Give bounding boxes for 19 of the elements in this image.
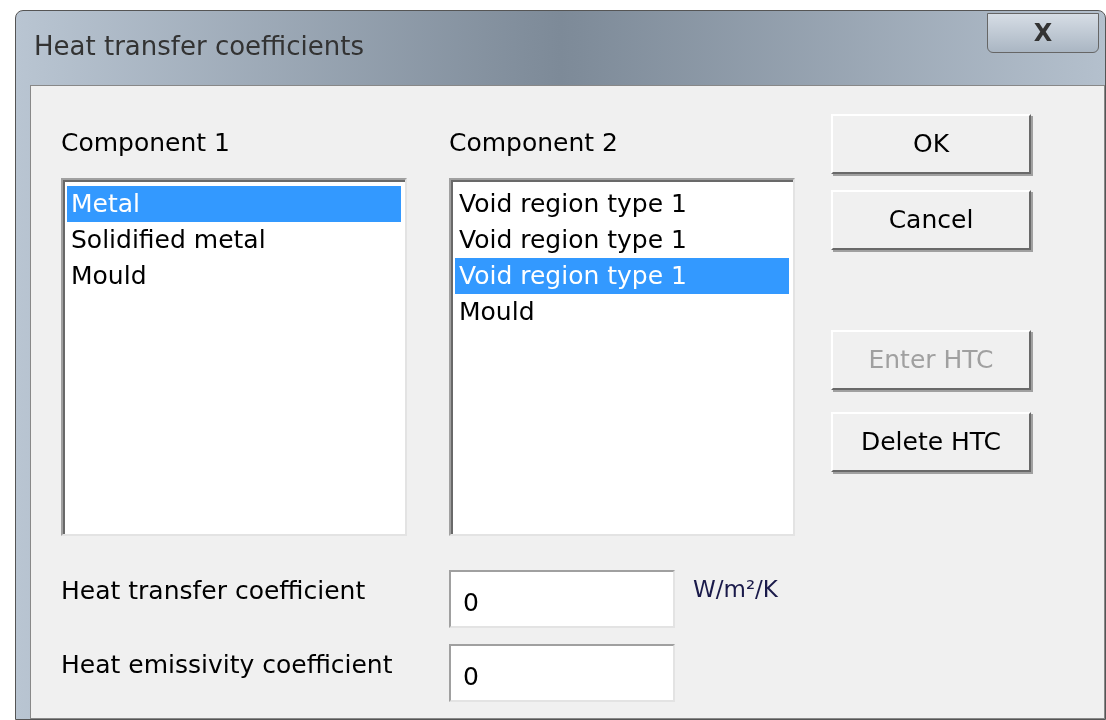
list-label: Component 1 xyxy=(61,127,231,159)
list-item[interactable]: Void region type 1 xyxy=(455,222,789,258)
close-button[interactable]: X xyxy=(987,13,1099,53)
field-label: Heat emissivity coefficient xyxy=(61,649,394,681)
input-field[interactable]: 0 xyxy=(449,570,675,628)
unit-label: W/m²/K xyxy=(693,575,778,604)
list-item[interactable]: Mould xyxy=(67,258,401,294)
dialog-button[interactable]: Delete HTC xyxy=(831,412,1031,472)
list-item[interactable]: Void region type 1 xyxy=(455,186,789,222)
list-box[interactable]: Metal Solidified metal Mould xyxy=(61,178,407,536)
list-item[interactable]: Solidified metal xyxy=(67,222,401,258)
dialog-button[interactable]: Cancel xyxy=(831,190,1031,250)
list-box[interactable]: Void region type 1 Void region type 1 Void region type 1 Mould xyxy=(449,178,795,536)
dialog-button[interactable]: OK xyxy=(831,114,1031,174)
field-label: Heat transfer coefficient xyxy=(61,575,367,607)
list-label: Component 2 xyxy=(449,127,619,159)
list-item[interactable]: Mould xyxy=(455,294,789,330)
window-title: Heat transfer coefficients xyxy=(33,29,364,63)
input-field[interactable]: 0 xyxy=(449,644,675,702)
